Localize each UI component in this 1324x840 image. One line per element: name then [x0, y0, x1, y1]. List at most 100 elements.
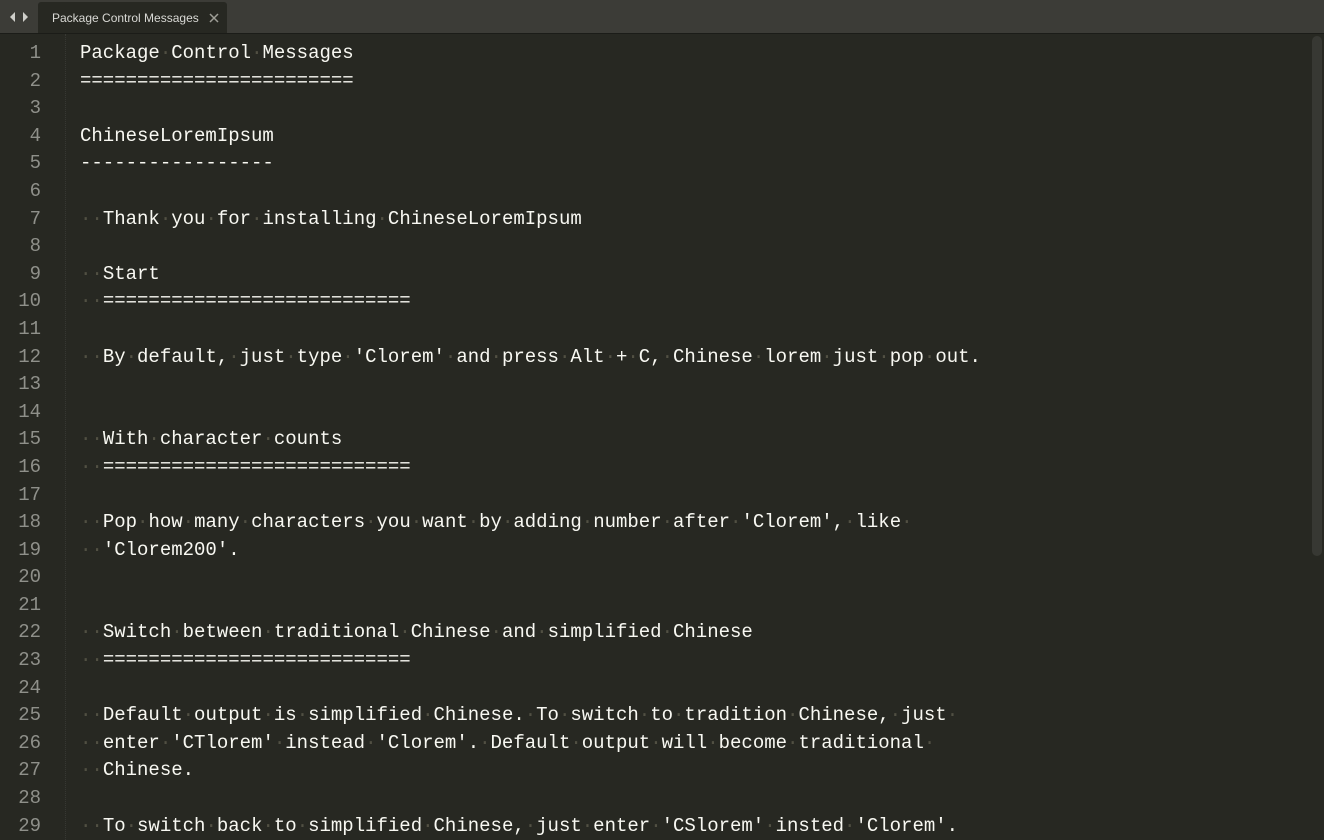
whitespace-indicator: ·	[183, 702, 194, 730]
whitespace-indicator: ·	[205, 813, 216, 840]
code-line: ··With·character·counts	[80, 426, 1314, 454]
code-text: tradition	[684, 702, 787, 730]
whitespace-indicator: ·	[707, 730, 718, 758]
code-line: ··===========================	[80, 288, 1314, 316]
code-text: back	[217, 813, 263, 840]
line-number: 1	[0, 40, 65, 68]
code-text: simplified	[308, 813, 422, 840]
whitespace-indicator: ·	[262, 702, 273, 730]
whitespace-indicator: ·	[137, 509, 148, 537]
whitespace-indicator: ·	[262, 619, 273, 647]
whitespace-indicator: ·	[582, 813, 593, 840]
code-text: want	[422, 509, 468, 537]
code-text: Switch	[103, 619, 171, 647]
whitespace-indicator: ·	[205, 206, 216, 234]
code-text: C,	[639, 344, 662, 372]
whitespace-indicator: ·	[525, 813, 536, 840]
code-text: 'Clorem'	[354, 344, 445, 372]
whitespace-indicator: ·	[844, 509, 855, 537]
whitespace-indicator: ·	[787, 730, 798, 758]
code-text: to	[274, 813, 297, 840]
code-text: enter	[103, 730, 160, 758]
code-text: To	[536, 702, 559, 730]
whitespace-indicator: ·	[240, 509, 251, 537]
code-area[interactable]: Package·Control·Messages================…	[65, 34, 1324, 840]
code-text: Pop	[103, 509, 137, 537]
code-text: default,	[137, 344, 228, 372]
tab-active[interactable]: Package Control Messages	[38, 2, 227, 33]
code-text: will	[662, 730, 708, 758]
whitespace-indicator: ·	[525, 702, 536, 730]
code-line: ChineseLoremIpsum	[80, 123, 1314, 151]
line-number: 12	[0, 344, 65, 372]
editor: 1234567891011121314151617181920212223242…	[0, 34, 1324, 840]
code-text: become	[719, 730, 787, 758]
code-text: enter	[593, 813, 650, 840]
close-icon[interactable]	[209, 13, 219, 23]
line-number: 8	[0, 233, 65, 261]
line-number: 9	[0, 261, 65, 289]
code-text: With	[103, 426, 149, 454]
whitespace-indicator: ·	[411, 509, 422, 537]
whitespace-indicator: ··	[80, 537, 103, 565]
line-number: 23	[0, 647, 65, 675]
whitespace-indicator: ··	[80, 426, 103, 454]
whitespace-indicator: ·	[342, 344, 353, 372]
code-text: just	[536, 813, 582, 840]
code-text: switch	[570, 702, 638, 730]
nav-arrows	[0, 0, 38, 33]
whitespace-indicator: ·	[365, 730, 376, 758]
line-number: 14	[0, 399, 65, 427]
whitespace-indicator: ·	[650, 813, 661, 840]
code-text: is	[274, 702, 297, 730]
nav-back-icon[interactable]	[8, 12, 18, 22]
code-text: character	[160, 426, 263, 454]
code-line: ··===========================	[80, 647, 1314, 675]
line-number: 25	[0, 702, 65, 730]
whitespace-indicator: ·	[445, 344, 456, 372]
whitespace-indicator: ·	[297, 702, 308, 730]
code-text: Thank	[103, 206, 160, 234]
whitespace-indicator: ·	[730, 509, 741, 537]
code-text: ChineseLoremIpsum	[80, 123, 274, 151]
whitespace-indicator: ·	[126, 813, 137, 840]
code-text: +	[616, 344, 627, 372]
whitespace-indicator: ·	[377, 206, 388, 234]
code-text: Chinese	[673, 619, 753, 647]
code-line: Package·Control·Messages	[80, 40, 1314, 68]
whitespace-indicator: ·	[662, 619, 673, 647]
whitespace-indicator: ·	[901, 509, 912, 537]
code-text: By	[103, 344, 126, 372]
whitespace-indicator: ·	[365, 509, 376, 537]
whitespace-indicator: ·	[764, 813, 775, 840]
code-line: ··Start	[80, 261, 1314, 289]
vertical-scrollbar[interactable]	[1310, 34, 1324, 840]
line-number: 3	[0, 95, 65, 123]
line-number: 27	[0, 757, 65, 785]
line-number: 13	[0, 371, 65, 399]
code-text: by	[479, 509, 502, 537]
whitespace-indicator: ··	[80, 344, 103, 372]
code-text: and	[456, 344, 490, 372]
code-text: you	[377, 509, 411, 537]
code-text: Package	[80, 40, 160, 68]
line-number: 16	[0, 454, 65, 482]
whitespace-indicator: ··	[80, 619, 103, 647]
code-text: traditional	[274, 619, 399, 647]
whitespace-indicator: ·	[479, 730, 490, 758]
whitespace-indicator: ·	[468, 509, 479, 537]
nav-forward-icon[interactable]	[20, 12, 30, 22]
line-number: 17	[0, 482, 65, 510]
code-text: Chinese	[411, 619, 491, 647]
line-number: 20	[0, 564, 65, 592]
whitespace-indicator: ··	[80, 261, 103, 289]
code-line	[80, 675, 1314, 703]
whitespace-indicator: ·	[570, 730, 581, 758]
whitespace-indicator: ·	[582, 509, 593, 537]
code-text: after	[673, 509, 730, 537]
code-text: output	[194, 702, 262, 730]
scrollbar-thumb[interactable]	[1312, 36, 1322, 556]
line-number: 10	[0, 288, 65, 316]
whitespace-indicator: ·	[422, 702, 433, 730]
code-line	[80, 233, 1314, 261]
